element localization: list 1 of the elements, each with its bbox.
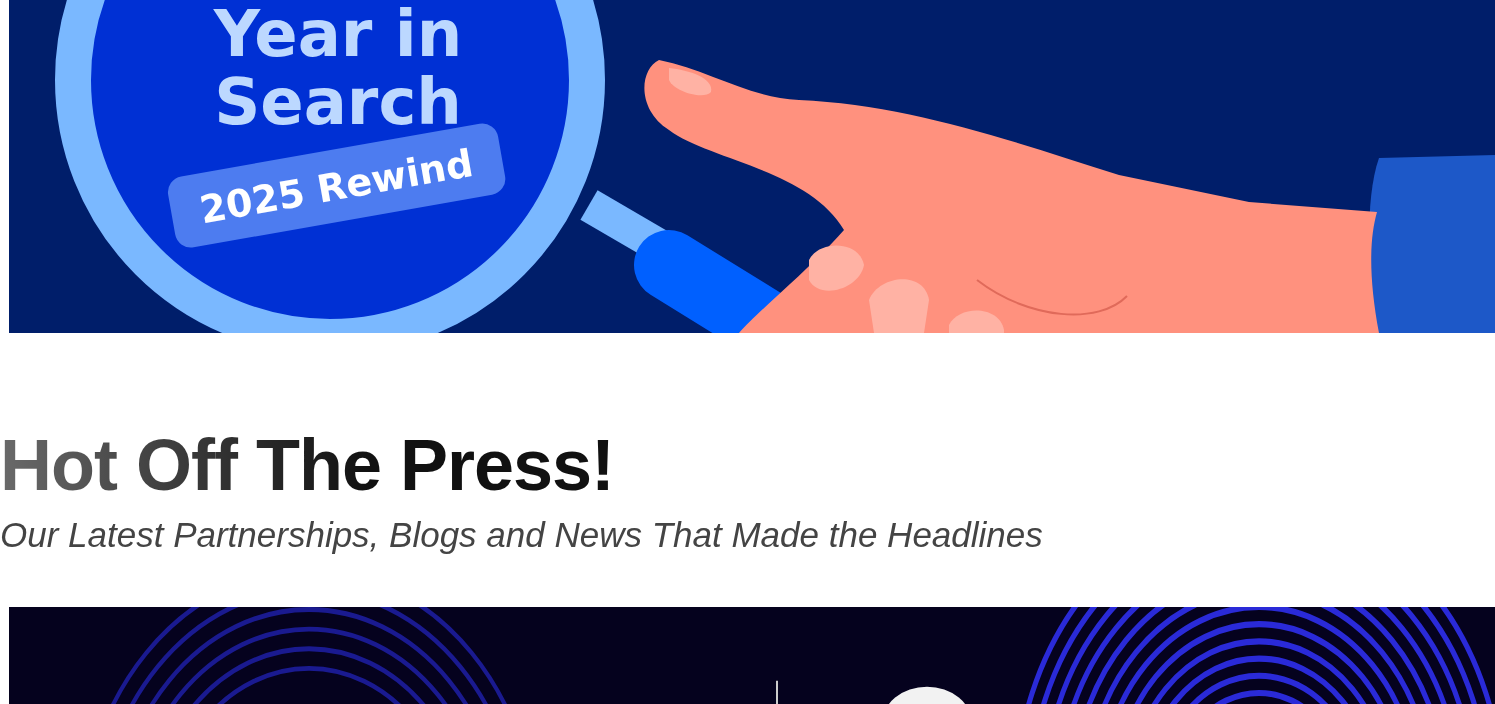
section-subheading: Our Latest Partnerships, Blogs and News That Made the Headlines: [0, 514, 1044, 556]
